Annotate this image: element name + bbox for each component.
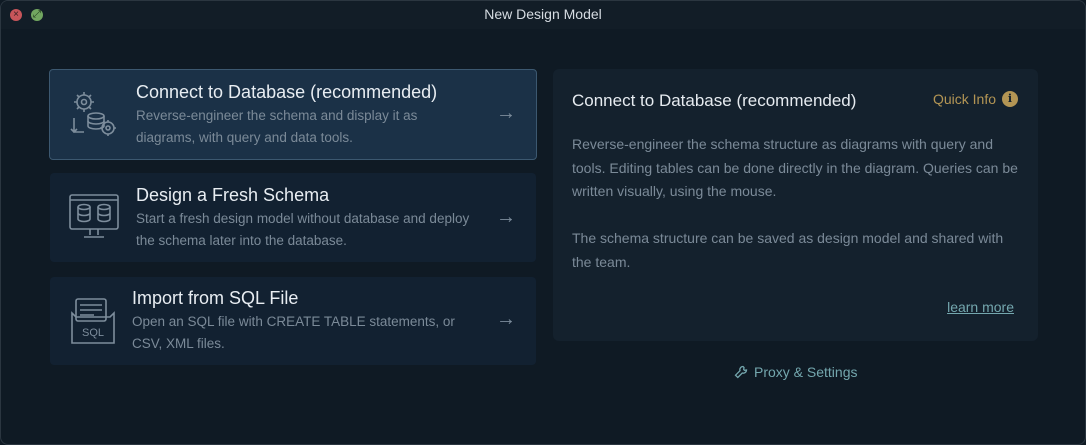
learn-more-link[interactable]: learn more: [947, 299, 1014, 315]
info-panel-text: Reverse-engineer the schema structure as…: [572, 133, 1022, 274]
option-title: Import from SQL File: [132, 288, 299, 308]
info-panel-title: Connect to Database (recommended): [572, 91, 857, 110]
proxy-settings-link[interactable]: Proxy & Settings: [734, 364, 858, 380]
info-icon: i: [1002, 91, 1018, 107]
window-title: New Design Model: [484, 6, 602, 22]
option-import-sql[interactable]: SQL Import from SQL File Open an SQL fil…: [50, 277, 536, 365]
option-fresh-schema[interactable]: Design a Fresh Schema Start a fresh desi…: [50, 173, 536, 262]
option-title: Design a Fresh Schema: [136, 185, 330, 205]
option-title: Connect to Database (recommended): [136, 82, 438, 102]
proxy-settings-label: Proxy & Settings: [754, 364, 858, 380]
arrow-right-icon: →: [496, 102, 516, 124]
option-description: Start a fresh design model without datab…: [136, 211, 470, 248]
info-paragraph: Reverse-engineer the schema structure as…: [572, 136, 1018, 199]
title-bar: × ⤢ New Design Model: [1, 1, 1085, 29]
option-description: Open an SQL file with CREATE TABLE state…: [132, 314, 455, 351]
option-connect-database[interactable]: Connect to Database (recommended) Revers…: [49, 69, 537, 160]
wrench-icon: [734, 365, 748, 379]
sql-file-icon: SQL: [71, 298, 115, 344]
arrow-right-icon: →: [496, 206, 516, 228]
option-description: Reverse-engineer the schema and display …: [136, 108, 418, 145]
info-panel: Connect to Database (recommended) Quick …: [553, 69, 1038, 341]
sql-label: SQL: [82, 327, 104, 339]
window: × ⤢ New Design Model Connect to Database…: [0, 0, 1086, 445]
arrow-right-icon: →: [496, 308, 516, 330]
quick-info-label: Quick Info: [932, 91, 996, 107]
database-gears-icon: [70, 92, 116, 136]
quick-info[interactable]: Quick Info i: [933, 91, 1018, 107]
info-paragraph: The schema structure can be saved as des…: [572, 230, 1004, 270]
monitor-database-icon: [69, 194, 119, 238]
